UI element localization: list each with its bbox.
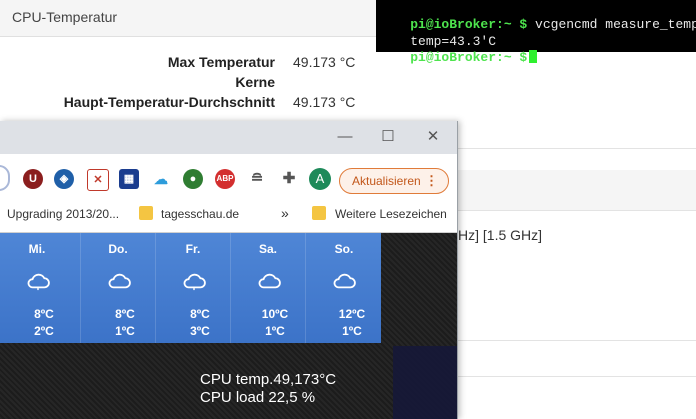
folder-icon [312,206,326,220]
terminal-window[interactable]: pi@ioBroker:~ $ vcgencmd measure_temp te… [376,0,696,65]
extensions-puzzle-icon[interactable]: ✚ [279,169,299,189]
maximize-button[interactable]: ☐ [377,127,399,147]
terminal-cursor [529,50,538,63]
forecast-day-name: Mi. [28,242,46,256]
forecast-day-name: Do. [108,242,128,256]
forecast-day: So. 12ºC 1ºC [305,233,382,343]
bookmarks-overflow-chevron-icon[interactable]: » [281,205,289,221]
cloud-icon [183,273,206,291]
forecast-day-name: Fr. [185,242,201,256]
weather-forecast-widget: Mi. 8ºC 2ºC Do. 8ºC 1ºC Fr. 8ºC 3ºC Sa. … [0,233,381,343]
info-value: 49.173 °C [293,54,356,70]
forecast-min-temp: 1ºC [265,324,285,338]
forecast-min-temp: 1ºC [342,324,362,338]
panel-title: CPU-Temperatur [12,9,118,25]
terminal-line: pi@ioBroker:~ $ [379,35,538,80]
divider [455,210,696,211]
extension-globe-icon[interactable]: ◈ [54,169,74,189]
adblock-plus-icon[interactable]: ABP [215,169,235,189]
info-key: Haupt-Temperatur-Durchschnitt [63,94,275,110]
divider [455,148,696,149]
cloud-extension-icon[interactable]: ☁ [151,169,171,189]
info-key: Max Temperatur [167,54,275,70]
browser-titlebar[interactable]: — ☐ ✕ [0,121,457,154]
info-row-cores: Kerne [0,74,380,94]
ublock-icon[interactable]: U [23,169,43,189]
bookmark-item[interactable]: Upgrading 2013/20... [7,207,119,221]
forecast-min-temp: 1ºC [115,324,135,338]
forecast-max-temp: 8ºC [115,307,135,321]
forecast-day: Fr. 8ºC 3ºC [155,233,230,343]
panel-header-band [455,170,696,210]
terminal-command: vcgencmd measure_temp [527,17,696,32]
browser-window: — ☐ ✕ U ◈ ✕ ▦ ☁ ● ABP ≘ ✚ A Aktualisiere… [0,121,458,419]
info-row-avg-temp: Haupt-Temperatur-Durchschnitt 49.173 °C [0,94,380,114]
forecast-day: Mi. 8ºC 2ºC [0,233,74,343]
cloud-icon [27,273,50,291]
bookmark-folder-more[interactable]: Weitere Lesezeichen [335,207,447,221]
info-key: Kerne [235,74,275,90]
divider [455,340,696,341]
forecast-min-temp: 2ºC [34,324,54,338]
cpu-frequency-text: Hz] [1.5 GHz] [458,227,543,243]
forecast-max-temp: 8ºC [190,307,210,321]
minimize-button[interactable]: — [334,127,356,147]
cpu-load-text: CPU load 22,5 % [200,389,316,406]
extension-bars-icon[interactable]: ≘ [247,169,267,189]
info-value: 49.173 °C [293,94,356,110]
update-button[interactable]: Aktualisieren ⋮ [339,168,449,194]
forecast-day-name: Sa. [258,242,277,256]
extension-x-icon[interactable]: ✕ [87,169,109,191]
close-button[interactable]: ✕ [422,127,444,147]
bookmark-item[interactable]: tagesschau.de [161,207,239,221]
terminal-prompt: pi@ioBroker:~ $ [410,50,528,65]
extension-grid-icon[interactable]: ▦ [119,169,139,189]
info-row-max-temp: Max Temperatur 49.173 °C [0,54,380,74]
update-button-label: Aktualisieren [352,174,421,188]
forecast-max-temp: 10ºC [261,307,289,321]
forecast-day-name: So. [334,242,354,256]
forecast-day: Sa. 10ºC 1ºC [230,233,305,343]
profile-avatar[interactable]: A [309,168,331,190]
divider [455,376,696,377]
cloud-icon [108,273,131,289]
cloud-icon [258,273,281,289]
cloud-icon [333,273,356,289]
dashboard-tile [393,346,457,419]
forecast-day: Do. 8ºC 1ºC [80,233,155,343]
forecast-max-temp: 12ºC [338,307,366,321]
folder-icon [139,206,153,220]
extension-earth-icon[interactable]: ● [183,169,203,189]
menu-dots-icon: ⋮ [425,173,438,188]
forecast-max-temp: 8ºC [34,307,54,321]
cpu-temperature-text: CPU temp.49,173°C [200,371,337,388]
forecast-min-temp: 3ºC [190,324,210,338]
